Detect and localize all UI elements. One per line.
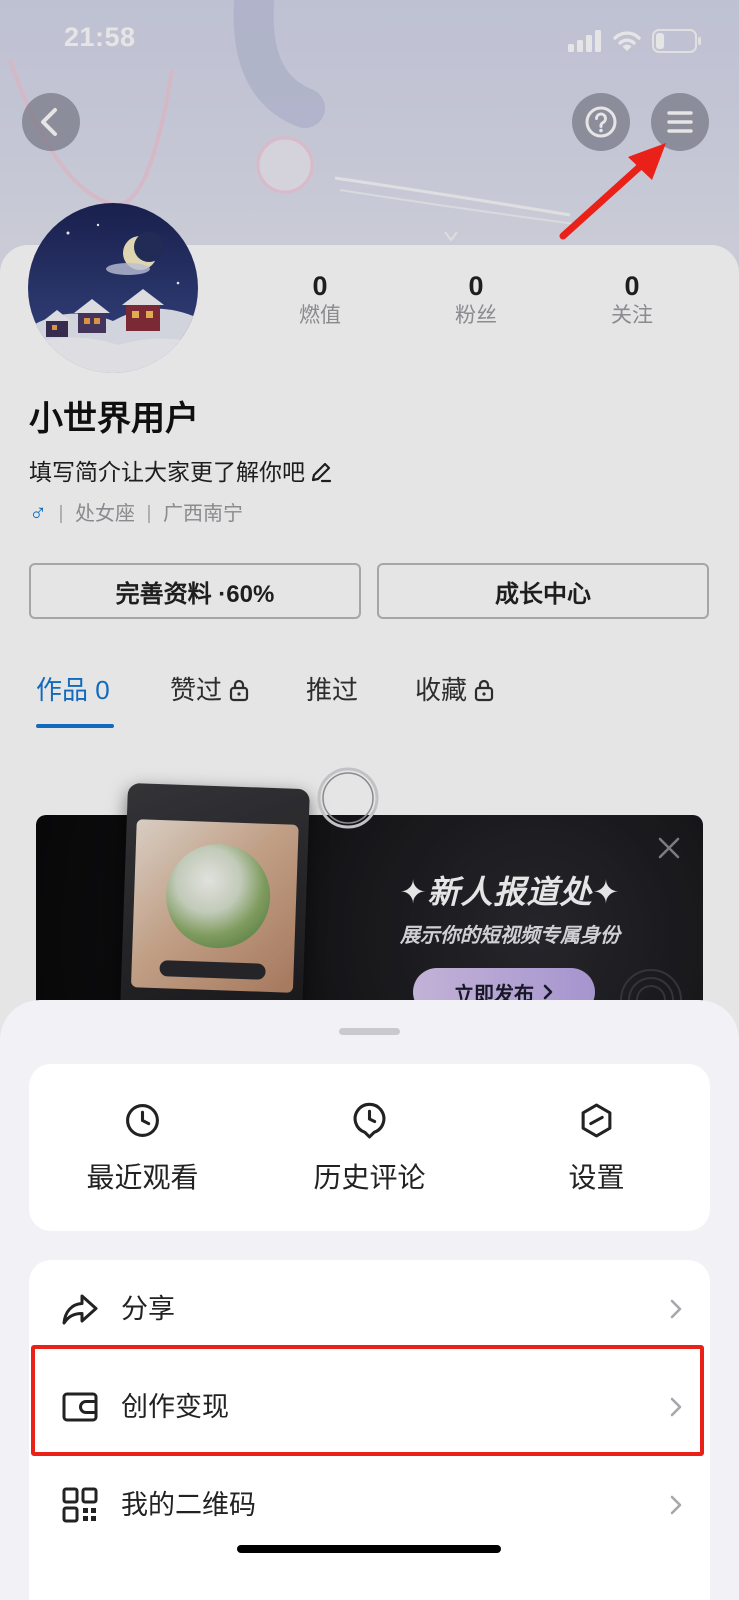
annotation-arrow	[559, 143, 666, 240]
quick-actions-card: 最近观看 历史评论 设置	[29, 1064, 710, 1231]
row-label: 分享	[121, 1294, 175, 1324]
row-label: 我的二维码	[121, 1490, 256, 1520]
share-icon	[62, 1294, 98, 1325]
recently-watched-button[interactable]: 最近观看	[29, 1064, 256, 1231]
sheet-drag-handle[interactable]	[339, 1028, 400, 1035]
qa-label: 设置	[568, 1162, 625, 1193]
chevron-right-icon	[670, 1495, 682, 1515]
comment-history-button[interactable]: 历史评论	[256, 1064, 483, 1231]
more-options-sheet: 最近观看 历史评论 设置 分享 创作变现 我的二维码	[0, 1000, 739, 1600]
annotation-highlight-box	[31, 1345, 704, 1456]
comment-history-icon	[353, 1102, 386, 1139]
qr-code-icon	[62, 1487, 98, 1523]
settings-icon	[581, 1103, 612, 1138]
chevron-right-icon	[670, 1299, 682, 1319]
home-indicator[interactable]	[237, 1545, 501, 1553]
qa-label: 历史评论	[313, 1162, 426, 1193]
settings-button[interactable]: 设置	[483, 1064, 710, 1231]
qa-label: 最近观看	[86, 1162, 199, 1193]
my-qr-code-row[interactable]: 我的二维码	[29, 1456, 710, 1554]
share-row[interactable]: 分享	[29, 1260, 710, 1358]
clock-icon	[126, 1104, 159, 1137]
